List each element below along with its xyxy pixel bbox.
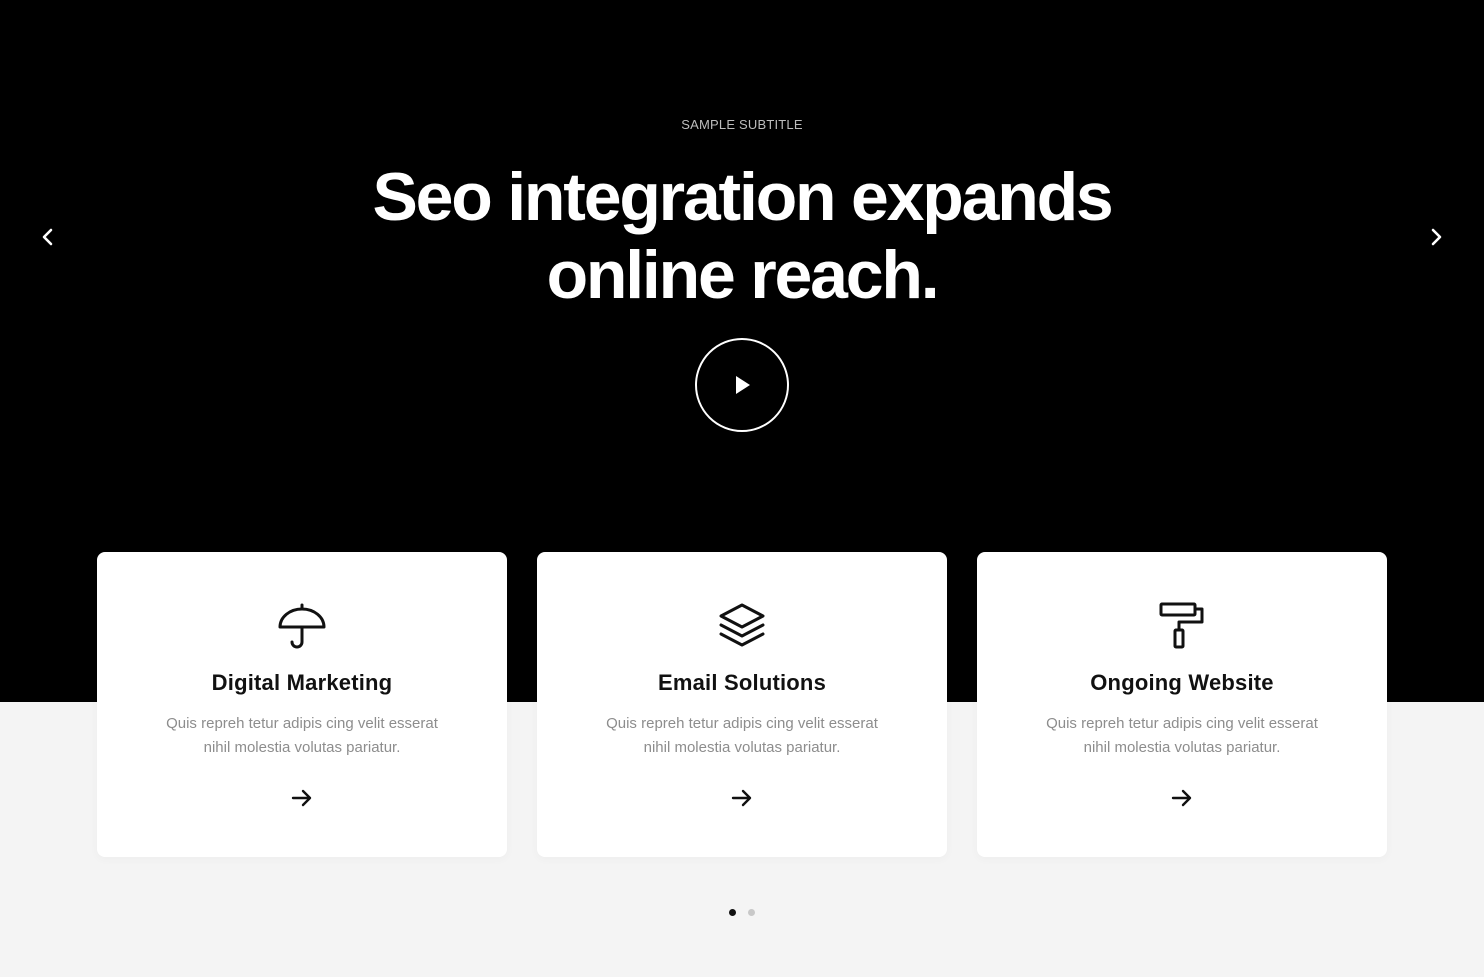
hero-subtitle: SAMPLE SUBTITLE [681,117,803,132]
hero-headline: Seo integration expands online reach. [0,158,1484,314]
pagination-dot-1[interactable] [729,909,736,916]
card-description: Quis repreh tetur adipis cing velit esse… [606,715,878,756]
card-title: Email Solutions [657,670,827,695]
layers-icon [716,600,768,652]
play-icon [736,376,750,394]
chevron-right-icon [1431,228,1442,246]
slider-pagination [729,909,755,916]
arrow-right-icon [1171,789,1192,807]
umbrella-icon [276,600,328,652]
card-link-button[interactable] [288,786,316,810]
arrow-right-icon [291,789,312,807]
service-card-digital-marketing: Digital Marketing Quis repreh tetur adip… [97,552,507,857]
hero-headline-line-2: online reach. [546,237,940,313]
paint-roller-icon [1156,600,1208,652]
pagination-dot-2[interactable] [748,909,755,916]
card-link-button[interactable] [1168,786,1196,810]
slider-next-button[interactable] [1421,222,1451,252]
service-card-email-solutions: Email Solutions Quis repreh tetur adipis… [537,552,947,857]
service-card-ongoing-website: Ongoing Website Quis repreh tetur adipis… [977,552,1387,857]
card-title: Ongoing Website [1090,670,1274,695]
card-link-button[interactable] [728,786,756,810]
arrow-right-icon [731,789,752,807]
chevron-left-icon [42,228,53,246]
card-description: Quis repreh tetur adipis cing velit esse… [166,715,438,756]
play-video-button[interactable] [695,338,789,432]
slider-prev-button[interactable] [33,222,63,252]
card-description: Quis repreh tetur adipis cing velit esse… [1046,715,1318,756]
hero-headline-line-1: Seo integration expands [372,159,1113,235]
card-title: Digital Marketing [211,670,393,695]
